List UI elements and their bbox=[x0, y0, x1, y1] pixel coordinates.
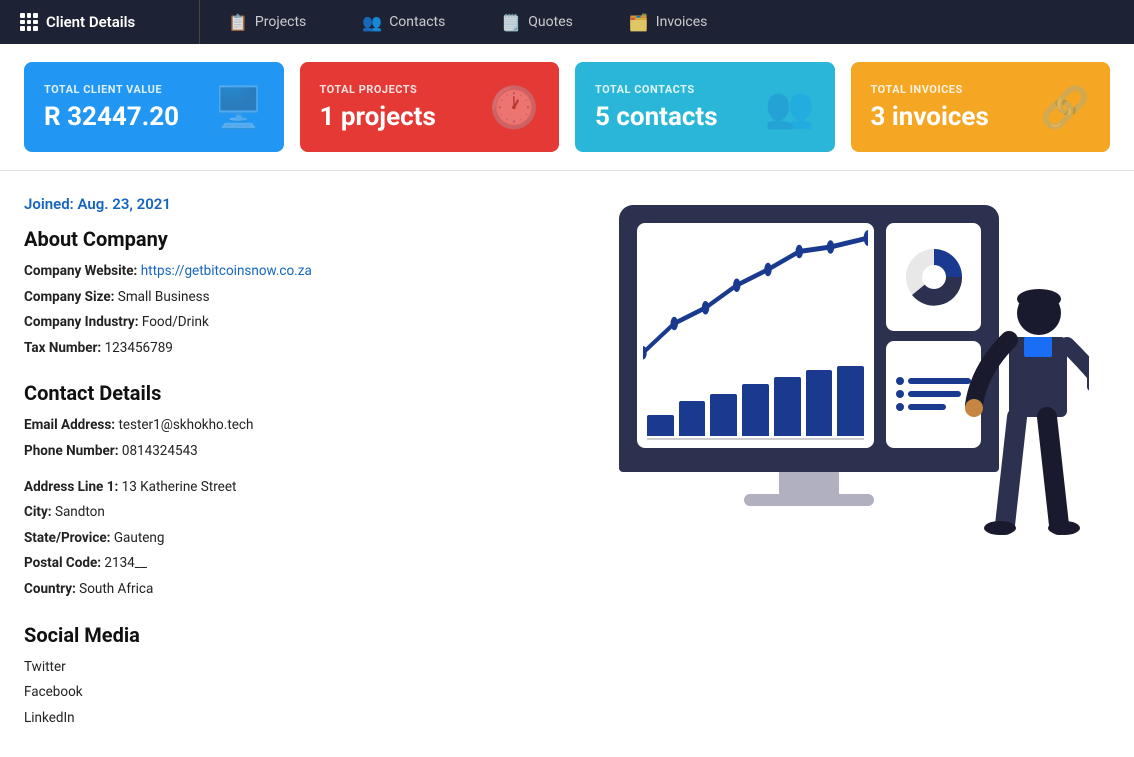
company-size-value: Small Business bbox=[118, 289, 210, 305]
bar-2 bbox=[679, 401, 706, 436]
main-content: Joined: Aug. 23, 2021 About Company Comp… bbox=[0, 171, 1134, 757]
state-label: State/Provice: bbox=[24, 530, 110, 546]
social-facebook: Facebook bbox=[24, 682, 544, 704]
contacts-icon: 👥 bbox=[362, 13, 382, 32]
country-row: Country: South Africa bbox=[24, 579, 544, 601]
tab-contacts[interactable]: 👥 Contacts bbox=[334, 0, 473, 44]
invoices-icon: 🗂️ bbox=[629, 13, 649, 32]
phone-label: Phone Number: bbox=[24, 443, 119, 459]
bar-5 bbox=[774, 377, 801, 437]
company-size-row: Company Size: Small Business bbox=[24, 287, 544, 309]
stat-card-invoices: TOTAL INVOICES 3 invoices 🔗 bbox=[851, 62, 1111, 152]
address1-value: 13 Katherine Street bbox=[122, 479, 237, 495]
stat-card-contacts: TOTAL CONTACTS 5 contacts 👥 bbox=[575, 62, 835, 152]
grid-icon bbox=[20, 13, 38, 31]
tax-number-row: Tax Number: 123456789 bbox=[24, 338, 544, 360]
company-website-label: Company Website: bbox=[24, 263, 137, 279]
postal-row: Postal Code: 2134__ bbox=[24, 553, 544, 575]
phone-value: 0814324543 bbox=[122, 443, 198, 459]
stat-cards-row: TOTAL CLIENT VALUE R 32447.20 🖥️ TOTAL P… bbox=[0, 44, 1134, 171]
tab-projects-label: Projects bbox=[255, 14, 306, 30]
city-label: City: bbox=[24, 504, 52, 520]
tab-quotes-label: Quotes bbox=[528, 14, 573, 30]
social-title: Social Media bbox=[24, 623, 544, 647]
company-industry-value: Food/Drink bbox=[142, 314, 209, 330]
x-axis bbox=[647, 438, 864, 440]
email-value: tester1@skhokho.tech bbox=[118, 417, 253, 433]
bar-1 bbox=[647, 415, 674, 436]
nav-tabs: 📋 Projects 👥 Contacts 🗒️ Quotes 🗂️ Invoi… bbox=[200, 0, 1134, 44]
country-value: South Africa bbox=[79, 581, 153, 597]
company-size-label: Company Size: bbox=[24, 289, 114, 305]
left-column: Joined: Aug. 23, 2021 About Company Comp… bbox=[24, 195, 544, 733]
stat-value-projects: 1 projects bbox=[320, 102, 436, 132]
address1-row: Address Line 1: 13 Katherine Street bbox=[24, 477, 544, 499]
address1-label: Address Line 1: bbox=[24, 479, 118, 495]
state-value: Gauteng bbox=[114, 530, 165, 546]
monitor-base bbox=[744, 494, 874, 506]
quotes-icon: 🗒️ bbox=[501, 13, 521, 32]
tax-number-label: Tax Number: bbox=[24, 340, 101, 356]
tax-number-value: 123456789 bbox=[105, 340, 173, 356]
monitor-neck bbox=[779, 472, 839, 494]
postal-label: Postal Code: bbox=[24, 555, 101, 571]
tab-invoices[interactable]: 🗂️ Invoices bbox=[601, 0, 736, 44]
bar-7 bbox=[837, 366, 864, 436]
tab-invoices-label: Invoices bbox=[656, 14, 708, 30]
people-icon: 👥 bbox=[765, 84, 815, 131]
illustration bbox=[589, 205, 1089, 575]
stat-value-contacts: 5 contacts bbox=[595, 102, 718, 132]
company-website-link[interactable]: https://getbitcoinsnow.co.za bbox=[141, 263, 312, 279]
bar-4 bbox=[742, 384, 769, 437]
main-nav: Client Details 📋 Projects 👥 Contacts 🗒️ … bbox=[0, 0, 1134, 44]
stat-card-client-value: TOTAL CLIENT VALUE R 32447.20 🖥️ bbox=[24, 62, 284, 152]
stat-card-projects: TOTAL PROJECTS 1 projects 🕐 bbox=[300, 62, 560, 152]
clock-icon: 🕐 bbox=[489, 84, 539, 131]
tab-contacts-label: Contacts bbox=[389, 14, 445, 30]
brand-label: Client Details bbox=[46, 13, 135, 31]
postal-value: 2134__ bbox=[104, 555, 147, 571]
company-website-row: Company Website: https://getbitcoinsnow.… bbox=[24, 261, 544, 283]
social-twitter: Twitter bbox=[24, 657, 544, 679]
bar-6 bbox=[806, 370, 833, 437]
email-label: Email Address: bbox=[24, 417, 115, 433]
email-row: Email Address: tester1@skhokho.tech bbox=[24, 415, 544, 437]
monitor-icon: 🖥️ bbox=[214, 84, 264, 131]
joined-date: Joined: Aug. 23, 2021 bbox=[24, 195, 544, 213]
right-column bbox=[568, 195, 1110, 733]
link-icon: 🔗 bbox=[1040, 84, 1090, 131]
bars-container bbox=[647, 366, 864, 436]
about-title: About Company bbox=[24, 227, 544, 251]
company-industry-row: Company Industry: Food/Drink bbox=[24, 312, 544, 334]
twitter-label: Twitter bbox=[24, 659, 66, 675]
phone-row: Phone Number: 0814324543 bbox=[24, 441, 544, 463]
contact-title: Contact Details bbox=[24, 381, 544, 405]
person-figure bbox=[929, 275, 1089, 575]
tab-quotes[interactable]: 🗒️ Quotes bbox=[473, 0, 601, 44]
stat-value-invoices: 3 invoices bbox=[871, 102, 989, 132]
city-row: City: Sandton bbox=[24, 502, 544, 524]
person-svg bbox=[929, 275, 1089, 575]
bar-chart-area bbox=[637, 223, 874, 448]
company-industry-label: Company Industry: bbox=[24, 314, 139, 330]
brand: Client Details bbox=[0, 0, 200, 44]
stat-label-invoices: TOTAL INVOICES bbox=[871, 83, 989, 96]
linkedin-label: LinkedIn bbox=[24, 710, 75, 726]
line-chart-svg bbox=[643, 229, 868, 364]
facebook-label: Facebook bbox=[24, 684, 83, 700]
bar-3 bbox=[710, 394, 737, 436]
stat-label-projects: TOTAL PROJECTS bbox=[320, 83, 436, 96]
state-row: State/Provice: Gauteng bbox=[24, 528, 544, 550]
country-label: Country: bbox=[24, 581, 76, 597]
stat-label-client-value: TOTAL CLIENT VALUE bbox=[44, 83, 179, 96]
stat-label-contacts: TOTAL CONTACTS bbox=[595, 83, 718, 96]
projects-icon: 📋 bbox=[228, 13, 248, 32]
city-value: Sandton bbox=[55, 504, 105, 520]
tab-projects[interactable]: 📋 Projects bbox=[200, 0, 334, 44]
stat-value-client-value: R 32447.20 bbox=[44, 102, 179, 132]
social-linkedin: LinkedIn bbox=[24, 708, 544, 730]
